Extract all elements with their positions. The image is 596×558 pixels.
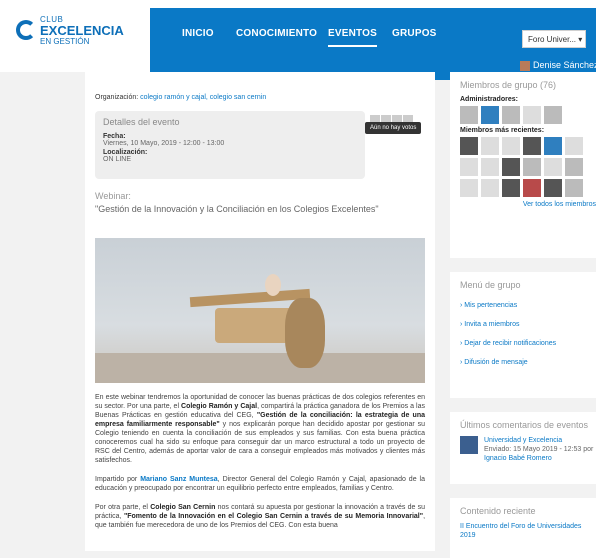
- recent-content-link[interactable]: II Encuentro del Foro de Universidades 2…: [460, 522, 596, 540]
- avatar[interactable]: [481, 106, 499, 124]
- avatar[interactable]: [565, 158, 583, 176]
- location-label: Localización:: [103, 149, 148, 156]
- comment-author-link[interactable]: Ignacio Babé Romero: [484, 454, 593, 463]
- sidebar: Miembros de grupo (76) Administradores: …: [450, 72, 596, 558]
- group-menu-panel: Menú de grupo Mis pertenencias Invita a …: [450, 272, 596, 398]
- comment-avatar[interactable]: [460, 436, 478, 454]
- avatar[interactable]: [523, 106, 541, 124]
- description-paragraph-3: Por otra parte, el Colegio San Cernin no…: [95, 504, 426, 529]
- event-details-box: Detalles del evento Fecha: Viernes, 10 M…: [95, 111, 365, 179]
- foro-dropdown-button[interactable]: Foro Univer... ▾: [522, 30, 586, 48]
- main-nav: INICIO CONOCIMIENTO EVENTOS GRUPOS Foro …: [150, 8, 596, 80]
- brand-line3: EN GESTIÓN: [40, 37, 90, 46]
- menu-item[interactable]: Difusión de mensaje: [460, 359, 596, 366]
- members-row: [460, 179, 596, 197]
- avatar[interactable]: [544, 179, 562, 197]
- organization-label: Organización:: [95, 94, 139, 101]
- avatar[interactable]: [460, 158, 478, 176]
- avatar[interactable]: [502, 106, 520, 124]
- comment-title-link[interactable]: Universidad y Excelencia: [484, 436, 593, 445]
- recent-content-panel: Contenido reciente II Encuentro del Foro…: [450, 498, 596, 558]
- webinar-title: "Gestión de la Innovación y la Conciliac…: [95, 204, 379, 214]
- avatar[interactable]: [460, 179, 478, 197]
- location-value: ON LINE: [103, 156, 132, 163]
- avatar[interactable]: [523, 137, 541, 155]
- top-bar: CLUB EXCELENCIA EN GESTIÓN INICIO CONOCI…: [0, 0, 596, 80]
- event-image: [95, 238, 425, 383]
- nav-inicio[interactable]: INICIO: [182, 28, 214, 39]
- avatar[interactable]: [481, 179, 499, 197]
- admins-label: Administradores:: [460, 96, 518, 103]
- admins-row: [460, 106, 596, 124]
- avatar[interactable]: [544, 158, 562, 176]
- menu-item[interactable]: Mis pertenencias: [460, 302, 596, 309]
- nav-eventos[interactable]: EVENTOS: [328, 28, 378, 47]
- members-title: Miembros de grupo (76): [460, 80, 557, 90]
- avatar[interactable]: [481, 158, 499, 176]
- members-row: [460, 137, 596, 155]
- brand-line2: EXCELENCIA: [40, 23, 124, 38]
- avatar[interactable]: [544, 137, 562, 155]
- avatar[interactable]: [502, 137, 520, 155]
- comment-item: Universidad y Excelencia Enviado: 15 May…: [460, 436, 596, 463]
- user-avatar: [520, 60, 530, 71]
- avatar[interactable]: [502, 179, 520, 197]
- avatar[interactable]: [481, 137, 499, 155]
- recent-members-label: Miembros más recientes:: [460, 127, 545, 134]
- menu-item[interactable]: Invita a miembros: [460, 321, 596, 328]
- foro-button-label: Foro Univer...: [528, 35, 577, 44]
- group-menu-title: Menú de grupo: [460, 280, 521, 290]
- comments-panel: Últimos comentarios de eventos Universid…: [450, 412, 596, 484]
- organization-line: Organización: colegio ramón y cajal, col…: [95, 94, 425, 101]
- date-label: Fecha:: [103, 133, 126, 140]
- avatar[interactable]: [565, 137, 583, 155]
- recent-content-title: Contenido reciente: [460, 506, 536, 516]
- event-content: Organización: colegio ramón y cajal, col…: [85, 72, 435, 551]
- avatar[interactable]: [523, 158, 541, 176]
- members-panel: Miembros de grupo (76) Administradores: …: [450, 72, 596, 258]
- details-title: Detalles del evento: [103, 117, 180, 127]
- avatar[interactable]: [565, 179, 583, 197]
- avatar[interactable]: [460, 137, 478, 155]
- date-value: Viernes, 10 Mayo, 2019 - 12:00 - 13:00: [103, 140, 225, 147]
- presenter-link[interactable]: Mariano Sanz Muntesa: [140, 476, 217, 483]
- webinar-label: Webinar:: [95, 191, 131, 201]
- menu-item[interactable]: Dejar de recibir notificaciones: [460, 340, 596, 347]
- avatar[interactable]: [544, 106, 562, 124]
- comment-date: Enviado: 15 Mayo 2019 - 12:53 por: [484, 446, 594, 453]
- avatar[interactable]: [523, 179, 541, 197]
- avatar[interactable]: [502, 158, 520, 176]
- nav-conocimiento[interactable]: CONOCIMIENTO: [236, 28, 317, 39]
- rating-stars[interactable]: [370, 110, 422, 123]
- user-menu[interactable]: Denise Sánchez: [520, 60, 596, 71]
- description-paragraph-1: En este webinar tendremos la oportunidad…: [95, 394, 426, 464]
- avatar[interactable]: [460, 106, 478, 124]
- user-name: Denise Sánchez: [533, 60, 596, 70]
- description-paragraph-2: Impartido por Mariano Sanz Muntesa, Dire…: [95, 476, 425, 492]
- see-all-members-link[interactable]: Ver todos los miembros: [460, 201, 596, 208]
- logo-icon: [16, 20, 36, 40]
- nav-grupos[interactable]: GRUPOS: [392, 28, 437, 39]
- organization-links[interactable]: colegio ramón y cajal, colegio san cerni…: [140, 94, 266, 101]
- no-votes-tooltip: Aún no hay votos: [365, 122, 422, 134]
- members-row: [460, 158, 596, 176]
- brand-logo[interactable]: CLUB EXCELENCIA EN GESTIÓN: [0, 0, 150, 72]
- comments-title: Últimos comentarios de eventos: [460, 420, 589, 430]
